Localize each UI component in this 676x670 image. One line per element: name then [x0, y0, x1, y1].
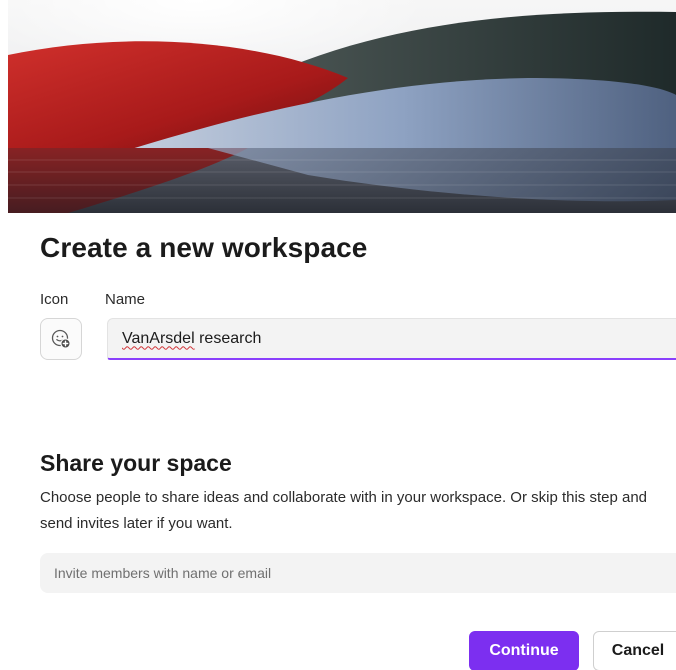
hero-landscape-image	[8, 0, 676, 213]
invite-members-field[interactable]	[40, 553, 676, 593]
continue-button[interactable]: Continue	[469, 631, 579, 670]
share-section-title: Share your space	[40, 450, 232, 476]
dialog-title: Create a new workspace	[40, 232, 368, 263]
share-section-description: Choose people to share ideas and collabo…	[40, 489, 648, 532]
workspace-name-input[interactable]: VanArsdel research	[107, 318, 676, 360]
cancel-button[interactable]: Cancel	[593, 631, 676, 670]
invite-members-input[interactable]	[54, 565, 676, 581]
create-workspace-dialog: Create a new workspace Icon Name VanArsd…	[0, 0, 676, 670]
add-emoji-icon	[51, 329, 71, 349]
workspace-name-value: VanArsdel research	[122, 330, 261, 348]
misspelled-word: VanArsdel	[122, 329, 195, 347]
icon-picker-button[interactable]	[40, 318, 82, 360]
name-label: Name	[105, 291, 146, 308]
icon-label: Icon	[40, 291, 69, 308]
name-value-rest: research	[194, 329, 262, 347]
